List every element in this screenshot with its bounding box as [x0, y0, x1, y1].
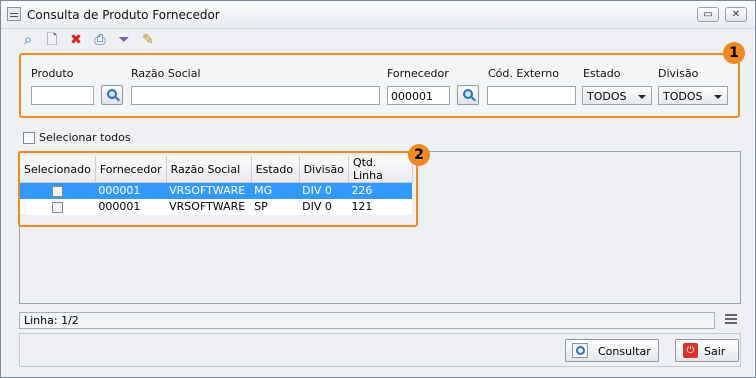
divisao-label: Divisão [658, 67, 699, 80]
row-select-cell[interactable] [20, 198, 96, 215]
estado-select-value: TODOS [587, 90, 627, 103]
filter-icon[interactable]: ⏷ [115, 31, 133, 49]
column-header-fornecedor[interactable]: Fornecedor [95, 156, 167, 183]
produto-input[interactable] [31, 86, 94, 105]
chevron-down-icon [714, 95, 722, 99]
row-select-cell[interactable] [20, 182, 96, 199]
selecionar-todos-label: Selecionar todos [39, 131, 131, 144]
row-checkbox[interactable] [52, 185, 64, 197]
sair-button[interactable]: ⏻ Sair [675, 339, 739, 362]
produto-label: Produto [31, 67, 74, 80]
delete-icon[interactable]: ✖ [67, 31, 85, 49]
search-icon[interactable]: ⌕ [19, 31, 37, 49]
consultar-label: Consultar [598, 345, 651, 358]
window-title: Consulta de Produto Fornecedor [27, 8, 220, 22]
close-button[interactable]: ✕ [725, 7, 747, 22]
razao-social-cell: VRSOFTWARE [166, 198, 252, 215]
selecionar-todos-checkbox[interactable] [23, 132, 35, 144]
estado-cell: MG [251, 182, 300, 199]
estado-select[interactable]: TODOS [582, 86, 652, 105]
consultar-button[interactable]: Consultar [565, 339, 659, 362]
column-header-razao-social[interactable]: Razão Social [166, 156, 252, 183]
new-document-icon[interactable]: 🗋 [43, 31, 61, 49]
edit-icon[interactable]: ✎ [139, 31, 157, 49]
table-header-row: Selecionado Fornecedor Razão Social Esta… [20, 156, 413, 183]
window-icon [7, 7, 21, 21]
title-bar: Consulta de Produto Fornecedor ▭ ✕ [1, 1, 755, 29]
estado-cell: SP [251, 198, 300, 215]
fornecedor-cell: 000001 [95, 198, 167, 215]
divisao-select[interactable]: TODOS [658, 86, 728, 105]
fornecedor-search-button[interactable] [457, 85, 479, 105]
razao-social-cell: VRSOFTWARE [166, 182, 252, 199]
table-row[interactable]: 000001 VRSOFTWARE MG DIV 0 226 [20, 182, 413, 199]
divisao-select-value: TODOS [663, 90, 703, 103]
table-row[interactable]: 000001 VRSOFTWARE SP DIV 0 121 [20, 198, 413, 215]
column-header-divisao[interactable]: Divisão [299, 156, 349, 183]
sair-label: Sair [704, 345, 726, 358]
minimize-button[interactable]: ▭ [697, 7, 719, 22]
cod-externo-label: Cód. Externo [488, 67, 559, 80]
menu-icon[interactable] [725, 314, 737, 324]
column-header-estado[interactable]: Estado [251, 156, 300, 183]
results-table: Selecionado Fornecedor Razão Social Esta… [20, 156, 413, 215]
cod-externo-input[interactable] [487, 86, 576, 105]
column-header-selecionado[interactable]: Selecionado [20, 156, 96, 183]
qtd-linha-cell: 226 [348, 182, 413, 199]
produto-search-button[interactable] [101, 85, 123, 105]
status-bar: Linha: 1/2 [19, 312, 715, 329]
estado-label: Estado [583, 67, 621, 80]
fornecedor-input[interactable]: 000001 [387, 86, 450, 105]
divisao-cell: DIV 0 [299, 198, 349, 215]
divisao-cell: DIV 0 [299, 182, 349, 199]
razao-social-input[interactable] [131, 86, 380, 105]
fornecedor-cell: 000001 [95, 182, 167, 199]
power-icon: ⏻ [683, 343, 698, 358]
qtd-linha-cell: 121 [348, 198, 413, 215]
annotation-badge-1: 1 [723, 42, 745, 64]
chevron-down-icon [638, 95, 646, 99]
fornecedor-label: Fornecedor [387, 67, 449, 80]
razao-social-label: Razão Social [131, 67, 201, 80]
row-checkbox[interactable] [52, 201, 64, 213]
status-text: Linha: 1/2 [24, 314, 79, 327]
print-icon[interactable]: ⎙ [91, 31, 109, 49]
annotation-badge-2: 2 [408, 144, 430, 166]
search-icon [572, 343, 588, 358]
main-window: Consulta de Produto Fornecedor ▭ ✕ ⌕ 🗋 ✖… [0, 0, 756, 378]
column-header-qtd-linha[interactable]: Qtd. Linha [348, 156, 413, 183]
